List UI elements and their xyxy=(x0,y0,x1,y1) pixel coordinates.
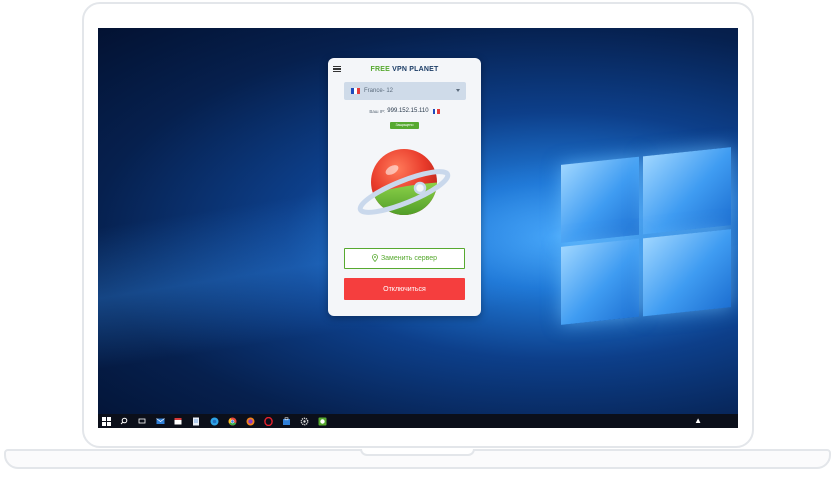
mail-icon[interactable] xyxy=(155,416,165,426)
change-server-button[interactable]: Заменить сервер xyxy=(344,248,465,269)
flag-stripe-red xyxy=(357,88,360,94)
flag-stripe-red xyxy=(437,108,440,114)
ip-info: Ваш IP: 999.152.15.110 xyxy=(328,108,481,114)
ip-label: Ваш IP: xyxy=(369,108,386,114)
firefox-icon[interactable] xyxy=(245,416,255,426)
disconnect-button[interactable]: Отключиться xyxy=(344,278,465,300)
store-icon[interactable] xyxy=(281,416,291,426)
chrome-icon[interactable] xyxy=(227,416,237,426)
server-select[interactable]: France- 12 xyxy=(344,82,466,100)
wallpaper-pane xyxy=(561,156,639,243)
status-badge: Защищено xyxy=(390,122,419,129)
wallpaper-pane xyxy=(643,147,731,235)
laptop-notch xyxy=(360,449,475,456)
vpn-app-window: FREE VPN PLANET France- 12 Ваш IP: 999.1… xyxy=(328,58,481,316)
change-server-label: Заменить сервер xyxy=(380,255,438,262)
wallpaper-pane xyxy=(561,238,639,325)
task-view-icon[interactable] xyxy=(137,416,147,426)
tray-arrow-icon[interactable]: ▲ xyxy=(694,416,702,425)
settings-icon[interactable] xyxy=(299,416,309,426)
selected-server-label: France- 12 xyxy=(364,88,394,94)
document-icon[interactable] xyxy=(191,416,201,426)
app-title: FREE VPN PLANET xyxy=(328,66,481,73)
opera-icon[interactable] xyxy=(263,416,273,426)
location-pin-icon xyxy=(372,253,378,264)
start-icon[interactable] xyxy=(102,416,111,426)
disconnect-label: Отключиться xyxy=(383,285,426,293)
edge-icon[interactable] xyxy=(209,416,219,426)
app-title-rest: VPN PLANET xyxy=(390,66,439,73)
vpn-planet-icon[interactable] xyxy=(317,416,327,426)
france-flag-icon xyxy=(351,88,360,94)
planet-logo-icon xyxy=(357,149,451,215)
windows-wallpaper-logo xyxy=(561,147,731,335)
search-icon[interactable] xyxy=(119,416,129,426)
wallpaper-pane xyxy=(643,229,731,317)
france-flag-small-icon xyxy=(432,108,440,114)
chevron-down-icon xyxy=(456,89,460,92)
taskbar: ▲ xyxy=(98,414,738,428)
app-title-free: FREE xyxy=(370,66,390,73)
calendar-icon[interactable] xyxy=(173,416,183,426)
ip-value: 999.152.15.110 xyxy=(387,108,429,114)
